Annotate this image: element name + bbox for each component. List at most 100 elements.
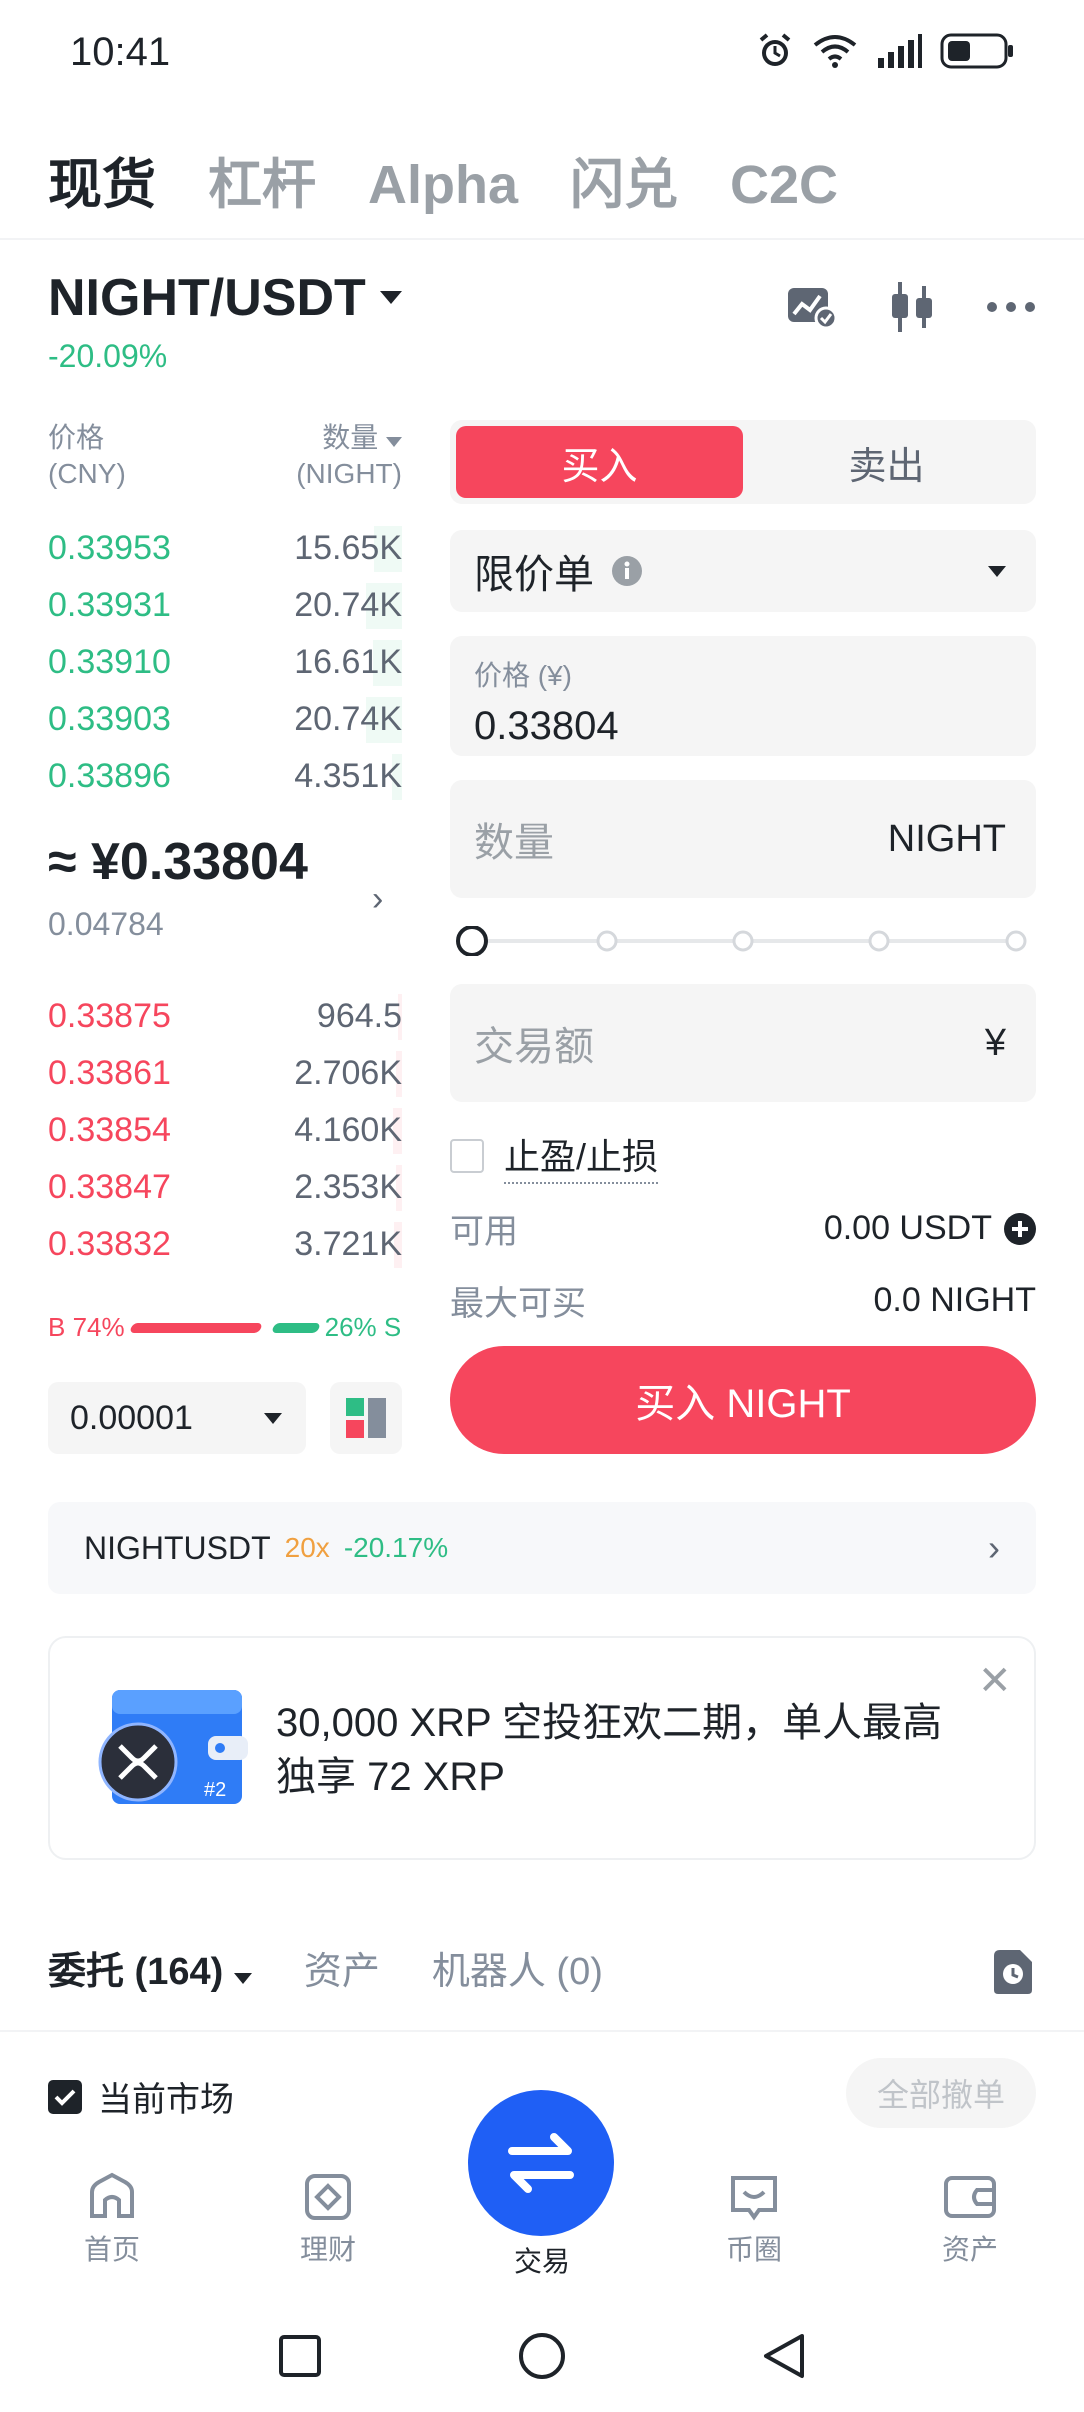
quantity-input[interactable]: 数量 NIGHT xyxy=(450,780,1036,898)
pair-name: NIGHT/USDT xyxy=(48,269,366,327)
buy-sell-toggle: 买入 卖出 xyxy=(450,420,1036,504)
amount-input[interactable]: 交易额 ¥ xyxy=(450,984,1036,1102)
orderbook-price: 0.33910 xyxy=(48,643,171,681)
alarm-icon xyxy=(759,33,791,66)
candlestick-icon[interactable] xyxy=(888,282,936,332)
max-buy-label: 最大可买 xyxy=(450,1285,586,1323)
tick-size-value: 0.00001 xyxy=(70,1398,193,1437)
recents-icon[interactable] xyxy=(278,2334,322,2378)
tpsl-checkbox[interactable] xyxy=(450,1139,484,1173)
caret-down-icon xyxy=(386,437,402,447)
chevron-right-icon: › xyxy=(988,1527,1000,1568)
caret-down-icon xyxy=(379,291,402,304)
available-row: 可用 0.00 USDT xyxy=(450,1204,1036,1253)
orderbook-row[interactable]: 0.33847 2.353K xyxy=(48,1159,402,1216)
sell-tab[interactable]: 卖出 xyxy=(743,426,1030,498)
tab-assets[interactable]: 资产 xyxy=(304,1940,380,1995)
pair-change: -20.09% xyxy=(48,338,168,374)
nav-finance[interactable]: 理财 xyxy=(258,2172,398,2268)
quantity-placeholder: 数量 xyxy=(474,821,554,865)
orderbook-row[interactable]: 0.33832 3.721K xyxy=(48,1216,402,1273)
ob-price-header-label: 价格 xyxy=(48,422,105,453)
orderbook-qty: 20.74K xyxy=(294,586,402,624)
nav-trade-label: 交易 xyxy=(513,2246,570,2277)
buy-sell-ratio: B 74% 26% S xyxy=(48,1312,402,1343)
close-icon[interactable]: ✕ xyxy=(978,1658,1012,1704)
trade-swap-icon xyxy=(508,2133,574,2193)
tab-margin[interactable]: 杠杆 xyxy=(208,140,316,219)
ob-price-unit: (CNY) xyxy=(48,458,126,489)
nav-trade-button[interactable] xyxy=(468,2090,614,2236)
chart-compare-icon[interactable] xyxy=(786,284,838,330)
price-input-value: 0.33804 xyxy=(474,704,619,748)
orderbook-row[interactable]: 0.33903 20.74K xyxy=(48,691,402,748)
orderbook-row[interactable]: 0.33896 4.351K xyxy=(48,748,402,805)
orderbook-price: 0.33953 xyxy=(48,529,171,567)
pair-selector[interactable]: NIGHT/USDT xyxy=(48,268,402,328)
nav-home[interactable]: 首页 xyxy=(42,2172,182,2268)
info-icon[interactable] xyxy=(612,556,642,586)
layout-icon xyxy=(346,1398,386,1438)
tab-open-orders[interactable]: 委托 (164) xyxy=(48,1940,252,1995)
ob-qty-header[interactable]: 数量 (NIGHT) xyxy=(256,420,402,492)
mid-price-usd: 0.04784 xyxy=(48,906,164,942)
futures-link-row[interactable]: NIGHTUSDT 20x -20.17% › xyxy=(48,1502,1036,1594)
status-icons xyxy=(756,32,1014,70)
orderbook-row[interactable]: 0.33861 2.706K xyxy=(48,1045,402,1102)
current-market-checkbox[interactable] xyxy=(48,2079,82,2114)
orderbook-price: 0.33854 xyxy=(48,1111,171,1149)
nav-trade[interactable]: 交易 xyxy=(472,2240,612,2280)
order-type-select[interactable]: 限价单 xyxy=(450,530,1036,612)
current-market-filter[interactable]: 当前市场 xyxy=(48,2072,234,2121)
tab-bots[interactable]: 机器人 (0) xyxy=(432,1940,603,1995)
xrp-wallet-icon: #2 xyxy=(98,1690,248,1804)
buy-ratio-bar xyxy=(128,1322,263,1333)
home-circle-icon[interactable] xyxy=(518,2332,566,2380)
orderbook-price: 0.33875 xyxy=(48,997,171,1035)
nav-community[interactable]: 币圈 xyxy=(684,2172,824,2268)
orderbook-row[interactable]: 0.33931 20.74K xyxy=(48,577,402,634)
orderbook-row[interactable]: 0.33910 16.61K xyxy=(48,634,402,691)
chat-icon xyxy=(731,2176,777,2221)
tick-size-select[interactable]: 0.00001 xyxy=(48,1382,306,1454)
divider xyxy=(0,238,1084,240)
orderbook-qty: 20.74K xyxy=(294,700,402,738)
banner-text: 30,000 XRP 空投狂欢二期，单人最高独享 72 XRP xyxy=(276,1701,943,1799)
price-input-label: 价格 (¥) xyxy=(474,660,573,691)
tpsl-toggle[interactable]: 止盈/止损 xyxy=(450,1128,659,1184)
futures-symbol: NIGHTUSDT xyxy=(84,1529,271,1566)
mid-price[interactable]: ≈ ¥0.33804 xyxy=(48,832,308,892)
ob-qty-unit: (NIGHT) xyxy=(296,458,402,489)
finance-icon xyxy=(305,2174,351,2220)
orderbook-qty: 4.160K xyxy=(294,1111,402,1149)
orderbook-layout-button[interactable] xyxy=(330,1382,402,1454)
orderbook-price: 0.33832 xyxy=(48,1225,171,1263)
buy-tab[interactable]: 买入 xyxy=(456,426,743,498)
buy-submit-button[interactable]: 买入 NIGHT xyxy=(450,1346,1036,1454)
chevron-right-icon[interactable]: › xyxy=(372,880,383,919)
tab-spot[interactable]: 现货 xyxy=(48,140,156,219)
tab-alpha[interactable]: Alpha xyxy=(368,154,518,216)
max-buy-value: 0.0 NIGHT xyxy=(873,1281,1036,1319)
caret-down-icon xyxy=(988,565,1006,577)
more-icon[interactable] xyxy=(986,301,1036,313)
orderbook-row[interactable]: 0.33875 964.5 xyxy=(48,988,402,1045)
orderbook-price: 0.33847 xyxy=(48,1168,171,1206)
tab-c2c[interactable]: C2C xyxy=(730,154,838,216)
quantity-slider[interactable] xyxy=(456,926,1030,956)
current-market-label: 当前市场 xyxy=(98,2081,234,2119)
orderbook-row[interactable]: 0.33854 4.160K xyxy=(48,1102,402,1159)
system-nav xyxy=(0,2300,1084,2412)
max-buy-row: 最大可买 0.0 NIGHT xyxy=(450,1276,1036,1325)
battery-icon xyxy=(940,33,1013,69)
cancel-all-button[interactable]: 全部撤单 xyxy=(846,2058,1036,2128)
add-circle-icon[interactable] xyxy=(1004,1212,1036,1245)
orderbook-price: 0.33861 xyxy=(48,1054,171,1092)
price-input[interactable]: 价格 (¥) 0.33804 xyxy=(450,636,1036,756)
orderbook-row[interactable]: 0.33953 15.65K xyxy=(48,520,402,577)
nav-assets[interactable]: 资产 xyxy=(900,2172,1040,2268)
tab-convert[interactable]: 闪兑 xyxy=(570,140,678,219)
nav-community-label: 币圈 xyxy=(725,2234,782,2265)
back-icon[interactable] xyxy=(762,2332,806,2380)
order-history-icon[interactable] xyxy=(990,1948,1036,1996)
